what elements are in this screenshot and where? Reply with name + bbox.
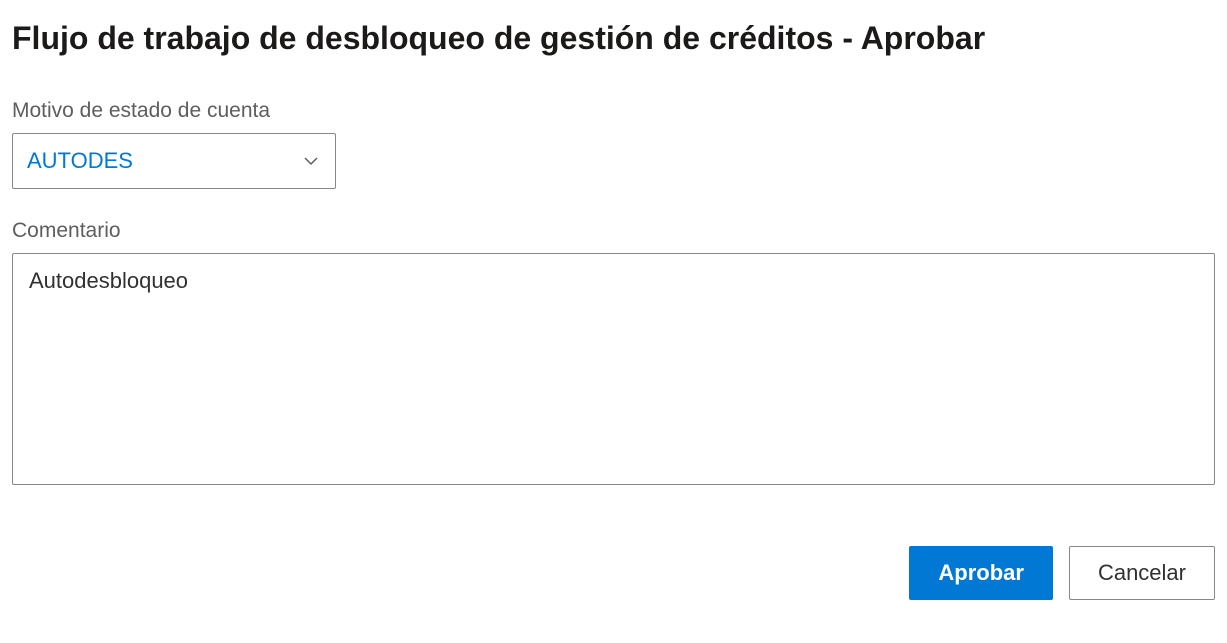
cancel-button[interactable]: Cancelar [1069,546,1215,600]
comment-field-group: Comentario [12,219,1215,490]
comment-textarea[interactable] [12,253,1215,485]
reason-label: Motivo de estado de cuenta [12,99,1215,123]
dialog-button-row: Aprobar Cancelar [12,546,1215,600]
approve-button[interactable]: Aprobar [909,546,1053,600]
reason-field-group: Motivo de estado de cuenta AUTODES [12,99,1215,189]
reason-select[interactable]: AUTODES [12,133,336,189]
comment-label: Comentario [12,219,1215,243]
page-title: Flujo de trabajo de desbloqueo de gestió… [12,20,1215,57]
reason-select-value: AUTODES [27,148,301,174]
chevron-down-icon [301,151,321,171]
